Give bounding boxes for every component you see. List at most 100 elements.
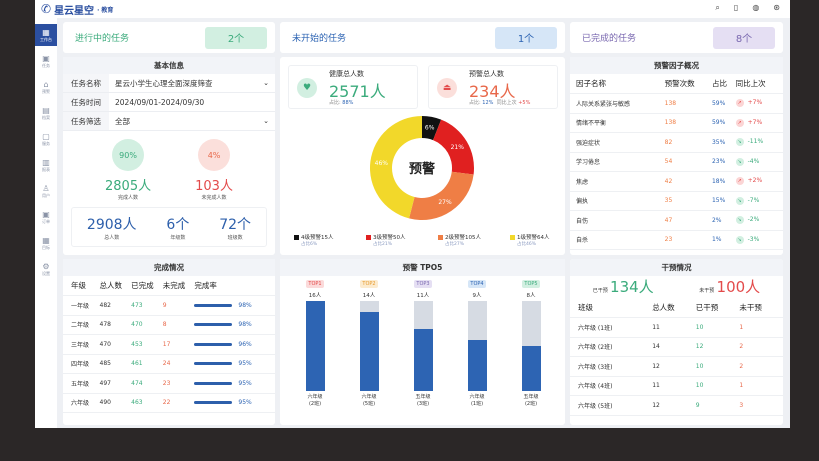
table-row[interactable]: 焦虑 42 18% ↗ +2% [570, 171, 783, 192]
completion-rate-cell: 98% [194, 295, 275, 316]
sidebar-item[interactable]: ▦ 目标 [35, 232, 57, 254]
total-cell: 12 [652, 395, 696, 416]
top5-bar-group[interactable]: TOP2 14人 六年级 (5班) [354, 279, 384, 408]
compare-value: -2% [747, 216, 760, 224]
top5-bar-group[interactable]: TOP3 11人 五年级 (3班) [408, 279, 438, 408]
table-row[interactable]: 一年级 482 473 9 98% [63, 295, 275, 316]
factor-name: 自伤 [570, 210, 665, 231]
task-filter-select[interactable]: 任务筛选 全部 ⌄ [63, 112, 275, 131]
completed-label: 完成人数 [118, 195, 139, 201]
intervened-cell: 10 [695, 317, 740, 338]
clipboard-icon[interactable]: ▯ [734, 3, 738, 13]
bar-fill [521, 346, 541, 391]
sidebar-item[interactable]: ♙ 用户 [35, 180, 57, 202]
task-summary-card[interactable]: 进行中的任务 2个 [63, 22, 275, 53]
uncompleted-cell: 23 [162, 373, 195, 394]
task-time-field[interactable]: 任务时间 2024/09/01-2024/09/30 [63, 93, 275, 112]
warning-overview-panel: ♥ 健康总人数 2571人 占比: 88% ⏏ 预警总人数 234人 占比: 1… [280, 57, 565, 255]
total-cell: 11 [652, 376, 696, 396]
sidebar-item[interactable]: ▤ 档案 [35, 102, 57, 124]
table-row[interactable]: 偏执 35 15% ↘ -7% [570, 191, 783, 211]
uncompleted-cell: 24 [162, 354, 195, 374]
table-row[interactable]: 自杀 23 1% ↘ -3% [570, 230, 783, 250]
logo-icon: ✆ [41, 2, 52, 16]
factor-panel: 预警因子概况 因子名称 预警次数 占比 同比上次 人际关系紧张与敏感 138 59% ↗ +7%… [570, 57, 783, 255]
bar-value: 14人 [362, 293, 376, 299]
not-intervened-cell: 1 [739, 317, 783, 338]
trend-down-icon: ↘ [735, 196, 744, 205]
top5-bar-group[interactable]: TOP5 8人 五年级 (2班) [516, 279, 546, 408]
compare-value: +7% [747, 99, 763, 107]
grade-cell: 六年级 [63, 393, 100, 413]
nav-icon: ⚙ [42, 261, 50, 271]
intervened-cell: 9 [695, 395, 740, 416]
bar-label: 五年级 [415, 394, 431, 400]
brand-logo[interactable]: ✆ 星云星空 · 教育 [41, 2, 113, 17]
task-name-select[interactable]: 任务名称 星云小学生心理全面深度筛查 ⌄ [63, 74, 275, 93]
donut-slice[interactable] [409, 171, 474, 220]
nav-icon: ▢ [42, 131, 50, 141]
nav-icon: ▦ [42, 235, 50, 245]
search-icon[interactable]: ⌕ [715, 3, 719, 13]
table-row[interactable]: 学习倦怠 54 23% ↘ -4% [570, 152, 783, 172]
completed-cell: 453 [131, 334, 163, 355]
top5-bar-group[interactable]: TOP1 16人 六年级 (2班) [300, 279, 330, 408]
table-row[interactable]: 六年级 (1班) 11 10 1 [570, 317, 783, 338]
total-cell: 482 [99, 295, 132, 316]
sidebar-item[interactable]: ▥ 报表 [35, 154, 57, 176]
sidebar-item[interactable]: ▣ 订单 [35, 206, 57, 228]
column-header: 同比上次 [735, 74, 783, 94]
warning-count: 54 [664, 152, 712, 172]
healthy-stat-card: ♥ 健康总人数 2571人 占比: 88% [288, 65, 418, 109]
user-icon[interactable]: ⊛ [773, 3, 780, 13]
rank-tag: TOP3 [414, 280, 432, 288]
table-row[interactable]: 五年级 497 474 23 95% [63, 373, 275, 394]
legend-sub: 占比21% [373, 242, 393, 247]
table-row[interactable]: 二年级 478 470 8 98% [63, 315, 275, 335]
sidebar-item[interactable]: ⌂ 预警 [35, 76, 57, 98]
total-cell: 470 [99, 334, 132, 355]
table-row[interactable]: 六年级 (4班) 11 10 1 [570, 376, 783, 396]
completion-table: 年级 总人数 已完成 未完成 完成率 一年级 482 473 9 98% 二年级 478 470 8 98%… [63, 276, 275, 413]
task-summary-card[interactable]: 已完成的任务 8个 [570, 22, 783, 53]
compare-cell: ↘ -7% [735, 191, 783, 211]
compare-value: -4% [747, 157, 760, 165]
top5-bar-group[interactable]: TOP4 9人 六年级 (1班) [462, 279, 492, 408]
trend-down-icon: ↘ [735, 138, 744, 147]
table-row[interactable]: 人际关系紧张与敏感 138 59% ↗ +7% [570, 93, 783, 114]
task-summary-card[interactable]: 未开始的任务 1个 [280, 22, 565, 53]
table-row[interactable]: 情绪不平衡 138 59% ↗ +7% [570, 113, 783, 133]
slice-label: 6% [425, 125, 435, 132]
table-row[interactable]: 六年级 (3班) 12 10 2 [570, 356, 783, 377]
compare-cell: ↘ -2% [735, 210, 783, 231]
table-row[interactable]: 六年级 490 463 22 95% [63, 393, 275, 413]
table-row[interactable]: 六年级 (5班) 12 9 3 [570, 395, 783, 416]
table-row[interactable]: 六年级 (2班) 14 12 2 [570, 337, 783, 357]
nav-icon: ⌂ [43, 79, 49, 89]
table-row[interactable]: 自伤 47 2% ↘ -2% [570, 210, 783, 231]
table-row[interactable]: 强迫症状 82 35% ↘ -11% [570, 132, 783, 153]
bell-icon[interactable]: ◍ [752, 3, 759, 13]
sidebar-item[interactable]: ⚙ 设置 [35, 258, 57, 280]
nav-icon: ▣ [42, 53, 50, 63]
total-cell: 11 [652, 317, 696, 338]
sidebar-item[interactable]: ▢ 服务 [35, 128, 57, 150]
rank-tag: TOP2 [360, 280, 378, 288]
sidebar-item[interactable]: ▦ 工作台 [35, 24, 57, 46]
completed-cell: 474 [131, 373, 163, 394]
not-intervened-label: 未干预 [699, 288, 715, 294]
sidebar-item[interactable]: ▣ 任务 [35, 50, 57, 72]
nav-label: 设置 [42, 270, 50, 276]
bar-fill [359, 312, 379, 391]
total-cell: 490 [99, 393, 132, 413]
table-row[interactable]: 三年级 470 453 17 96% [63, 334, 275, 355]
progress-bar [194, 381, 233, 385]
bar-label: 六年级 [361, 394, 377, 400]
bar-value: 8人 [526, 293, 536, 299]
panel-title: 预警因子概况 [570, 57, 783, 74]
nav-icon: ▣ [42, 209, 50, 219]
table-row[interactable]: 四年级 485 461 24 95% [63, 354, 275, 374]
brand-name: 星云星空 [54, 5, 95, 17]
bar-fill [467, 340, 487, 391]
legend-swatch [438, 235, 443, 240]
